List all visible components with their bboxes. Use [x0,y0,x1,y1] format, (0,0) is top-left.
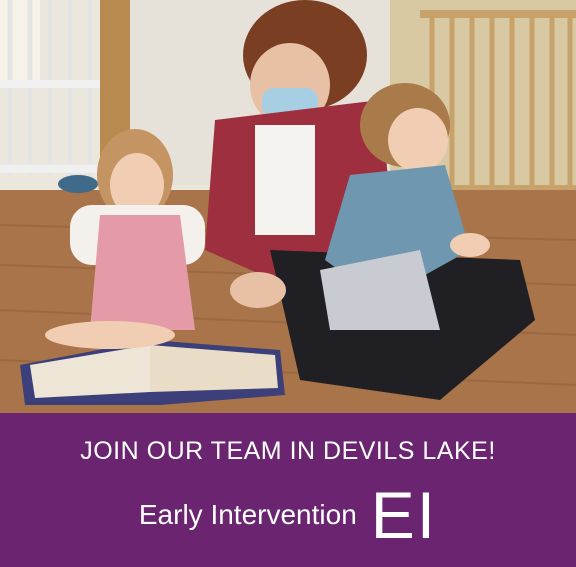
banner: JOIN OUR TEAM IN DEVILS LAKE! Early Inte… [0,413,576,567]
photo [0,0,576,413]
photo-illustration [0,0,576,413]
headline: JOIN OUR TEAM IN DEVILS LAKE! [80,437,496,465]
program-line: Early Intervention EI [0,477,576,553]
program-abbreviation: EI [370,478,438,552]
program-name: Early Intervention [138,499,357,530]
recruitment-poster: JOIN OUR TEAM IN DEVILS LAKE! Early Inte… [0,0,576,567]
